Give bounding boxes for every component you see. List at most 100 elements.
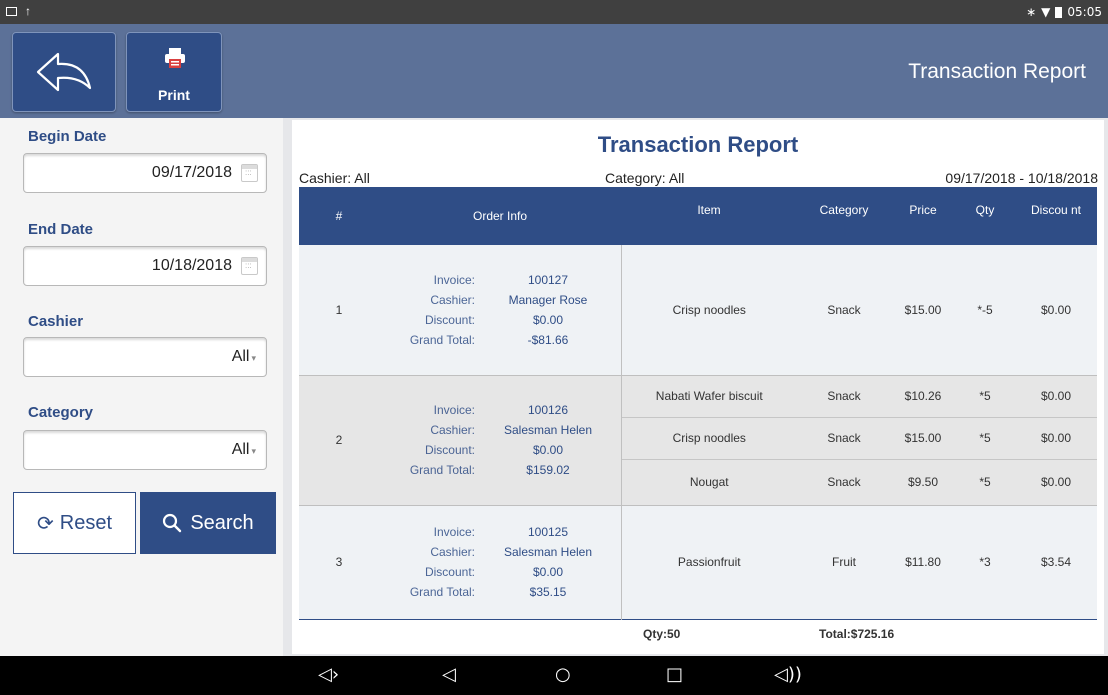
table-row: 1 Invoice: 100127 Cashier: Manager Rose Disco… [299,245,1097,375]
begin-date-field[interactable]: 09/17/2018 [23,153,267,193]
status-bar: ↑ ∗ ▼ 05:05 [0,0,1108,24]
discount-value: $0.00 [532,312,564,327]
back-arrow-icon [36,52,92,92]
grand-total-value: $159.02 [526,463,570,477]
invoice-key: Invoice: [433,403,475,417]
home-icon[interactable]: ○ [555,664,571,685]
grand-total-key: Grand Total: [409,332,475,347]
item-qty: *5 [955,374,1015,417]
begin-date-label: Begin Date [28,128,107,145]
grand-total-key: Grand Total: [409,463,475,477]
discount-key: Discount: [424,565,475,579]
grand-total-value: $35.15 [529,585,567,599]
transaction-table: # Order Info Item Category Price Qty Dis… [299,187,1097,649]
item-discount: $0.00 [1015,416,1097,459]
invoice-key: Invoice: [433,525,475,539]
totals-row: Qty:50 Total:$725.16 [299,618,1097,649]
col-header-discount: Discou nt [1015,187,1097,245]
cashier-label: Cashier [28,313,84,330]
order-info: Invoice: 100126 Cashier: Salesman Helen Disc… [379,374,621,505]
cashier-value: Salesman Helen [503,423,593,437]
item-name: Crisp noodles [620,245,797,375]
discount-value: $0.00 [532,565,564,579]
wifi-icon: ▼ [1041,5,1051,19]
item-price: $15.00 [891,416,955,459]
dropdown-arrow-icon: ▾ [251,353,256,363]
cashier-value: Salesman Helen [503,545,593,559]
cashier-key: Cashier: [430,545,475,559]
col-header-category: Category [797,187,891,245]
calendar-icon [241,257,258,275]
order-number: 3 [299,504,379,619]
end-date-label: End Date [28,221,94,238]
cashier-select-value: All [231,348,250,365]
item-category: Fruit [797,504,891,619]
begin-date-value: 09/17/2018 [151,164,232,181]
print-button[interactable]: Print [126,32,222,112]
item-discount: $0.00 [1015,458,1097,505]
upload-icon: ↑ [25,4,31,18]
item-qty: *3 [955,504,1015,619]
calendar-icon [241,164,258,182]
total-amount: Total:$725.16 [797,618,955,649]
total-qty: Qty:50 [621,618,797,649]
order-info: Invoice: 100127 Cashier: Manager Rose Discou… [379,245,621,375]
dropdown-arrow-icon: ▾ [251,446,256,456]
search-button[interactable]: Search [140,492,276,554]
back-button[interactable] [12,32,116,112]
report-cashier: Cashier: All [299,170,370,186]
order-number: 1 [299,245,379,375]
discount-key: Discount: [424,443,475,457]
status-time: 05:05 [1067,5,1102,19]
item-category: Snack [797,458,891,505]
battery-icon [1055,6,1063,18]
recents-icon[interactable]: □ [666,664,683,685]
col-header-order-info: Order Info [379,187,621,245]
col-header-price: Price [891,187,955,245]
filter-panel: Begin Date 09/17/2018 End Date 10/18/201… [0,118,283,656]
table-row: 3 Invoice: 100125 Cashier: Salesman Helen Dis… [299,504,1097,619]
item-price: $15.00 [891,245,955,375]
report-title: Transaction Report [597,132,799,157]
item-price: $10.26 [891,374,955,417]
invoice-value: 100127 [527,272,569,287]
category-label: Category [28,404,94,421]
item-category: Snack [797,374,891,417]
item-name: Passionfruit [620,504,797,619]
item-qty: *-5 [955,245,1015,375]
col-header-qty: Qty [955,187,1015,245]
cashier-key: Cashier: [430,292,475,307]
table-row: 2 Invoice: 100126 Cashier: Salesman Helen Dis… [299,374,1097,505]
app-header: Print Transaction Report [0,24,1108,118]
category-select[interactable]: All ▾ [23,430,267,470]
item-qty: *5 [955,458,1015,505]
volume-up-icon[interactable]: ◁)) [774,664,802,685]
report-panel: Transaction Report Cashier: All Category… [292,120,1104,654]
cashier-key: Cashier: [430,423,475,437]
reset-label: Reset [59,511,112,534]
invoice-value: 100126 [527,403,569,417]
volume-down-icon[interactable]: ◁› [318,664,339,685]
table-header-row: # Order Info Item Category Price Qty Dis… [299,187,1097,245]
back-icon[interactable]: ◁ [442,664,456,685]
cashier-value: Manager Rose [508,292,588,307]
item-price: $9.50 [891,458,955,505]
end-date-field[interactable]: 10/18/2018 [23,246,267,286]
col-header-item: Item [621,187,797,245]
discount-value: $0.00 [532,443,564,457]
cashier-select[interactable]: All ▾ [23,337,267,377]
report-date-range: 09/17/2018 - 10/18/2018 [945,170,1098,186]
bluetooth-icon: ∗ [1026,5,1037,19]
screenshot-icon [6,6,17,16]
item-category: Snack [797,416,891,459]
item-discount: $0.00 [1015,245,1097,375]
grand-total-key: Grand Total: [409,585,475,599]
report-category: Category: All [605,170,685,186]
printer-icon [165,48,185,68]
reset-button[interactable]: ⟳ Reset [13,492,136,554]
category-select-value: All [231,441,250,458]
page-title: Transaction Report [908,60,1086,83]
invoice-value: 100125 [527,525,569,539]
item-category: Snack [797,245,891,375]
discount-key: Discount: [424,312,475,327]
